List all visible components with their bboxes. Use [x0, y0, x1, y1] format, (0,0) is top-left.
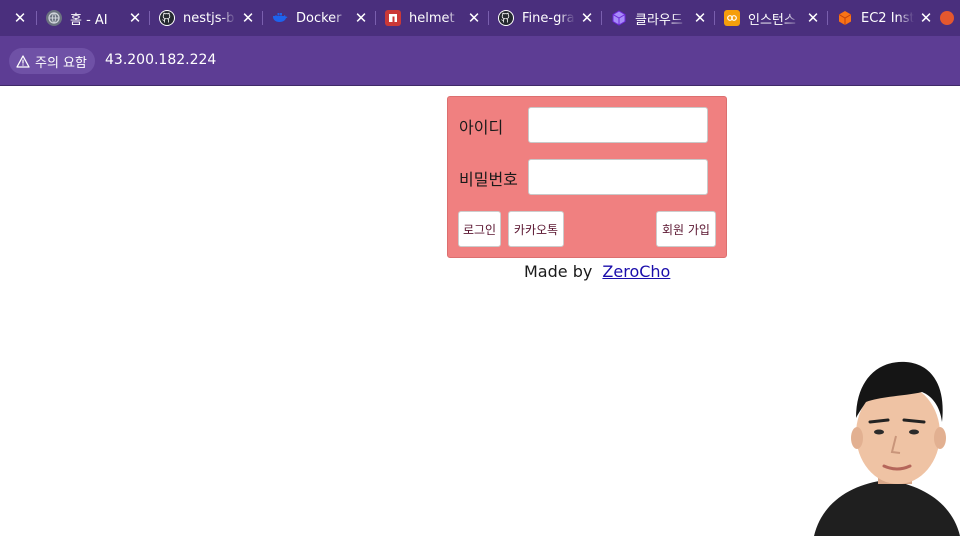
tab-cloud[interactable]: 클라우드 ✕ [601, 0, 714, 36]
tab-ec2-instances[interactable]: EC2 Inst ✕ [827, 0, 940, 36]
tab-active[interactable]: ✕ [0, 0, 36, 36]
close-icon[interactable]: ✕ [805, 9, 821, 27]
tab-title: EC2 Inst [861, 10, 914, 26]
security-warning-chip[interactable]: 주의 요함 [9, 48, 95, 74]
password-label: 비밀번호 [459, 170, 518, 189]
tab-title: Docker [296, 10, 342, 26]
close-icon[interactable]: ✕ [466, 9, 482, 27]
globe-icon [46, 10, 62, 26]
npm-icon [385, 10, 401, 26]
partial-tab-favicon[interactable] [940, 11, 954, 25]
tab-title: 클라우드 [635, 12, 683, 28]
footer: Made by ZeroCho [524, 262, 670, 281]
webcam-overlay [812, 352, 960, 536]
aws-icon [724, 10, 740, 26]
cube-icon [611, 10, 627, 26]
tab-docker[interactable]: Docker ✕ [262, 0, 375, 36]
warning-triangle-icon [16, 54, 30, 68]
tab-helmet[interactable]: helmet ✕ [375, 0, 488, 36]
login-button[interactable]: 로그인 [458, 211, 501, 247]
close-icon[interactable]: ✕ [692, 9, 708, 27]
tab-instances[interactable]: 인스턴스 ✕ [714, 0, 827, 36]
kakao-login-button[interactable]: 카카오톡 [508, 211, 564, 247]
security-warning-label: 주의 요함 [35, 55, 87, 71]
aws-ec2-icon [837, 10, 853, 26]
tab-title: 홈 - AI [70, 12, 108, 28]
tab-title: Fine-gra [522, 10, 575, 26]
docker-icon [272, 10, 288, 26]
close-icon[interactable]: ✕ [353, 9, 369, 27]
url-text[interactable]: 43.200.182.224 [105, 52, 216, 68]
tab-title: 인스턴스 [748, 12, 796, 28]
close-icon[interactable]: ✕ [918, 9, 934, 27]
tab-title: nestjs-b [183, 10, 235, 26]
github-icon [498, 10, 514, 26]
address-bar: 주의 요함 43.200.182.224 [0, 36, 960, 86]
tab-home-ai[interactable]: 홈 - AI ✕ [36, 0, 149, 36]
tab-title: helmet [409, 10, 455, 26]
tab-fine-grained[interactable]: Fine-gra ✕ [488, 0, 601, 36]
close-icon[interactable]: ✕ [240, 9, 256, 27]
close-icon[interactable]: ✕ [127, 9, 143, 27]
close-icon[interactable]: ✕ [579, 9, 595, 27]
tab-nestjs[interactable]: nestjs-b ✕ [149, 0, 262, 36]
author-link[interactable]: ZeroCho [602, 262, 670, 281]
browser-tab-strip: ✕ 홈 - AI ✕ nestjs-b ✕ Docker ✕ helmet ✕ … [0, 0, 960, 36]
presenter-video [814, 361, 960, 536]
close-icon[interactable]: ✕ [12, 9, 28, 27]
github-icon [159, 10, 175, 26]
id-input[interactable] [528, 107, 708, 143]
login-form: 아이디 비밀번호 로그인 카카오톡 회원 가입 [447, 96, 727, 258]
made-by-text: Made by [524, 262, 593, 281]
join-button[interactable]: 회원 가입 [656, 211, 716, 247]
id-label: 아이디 [459, 118, 504, 137]
password-input[interactable] [528, 159, 708, 195]
